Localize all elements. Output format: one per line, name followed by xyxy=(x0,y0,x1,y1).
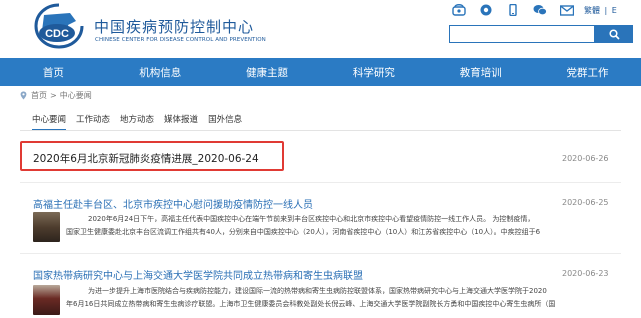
site-subtitle-en: CHINESE CENTER FOR DISEASE CONTROL AND P… xyxy=(95,37,266,43)
site-header: CDC 中国疾病预防控制中心 CHINESE CENTER FOR DISEAS… xyxy=(0,0,641,58)
nav-item-research[interactable]: 科学研究 xyxy=(320,58,427,86)
news-item-thumbnail[interactable] xyxy=(33,285,60,315)
search-button[interactable] xyxy=(595,25,633,43)
news-item-summary-line: 为进一步提升上海市医院结合与疾病防控能力，建设国际一流的热带病和寄生虫病防控联盟… xyxy=(88,287,547,295)
lang-separator: | xyxy=(604,6,608,15)
news-item-summary-line: 国家卫生健康委赴北京丰台区流调工作组共有40人，分别来自中国疾控中心（20人），… xyxy=(66,228,541,236)
tab-media-reports[interactable]: 媒体报道 xyxy=(164,113,198,131)
nav-item-party-work[interactable]: 党群工作 xyxy=(534,58,641,86)
breadcrumb-separator: > xyxy=(50,91,57,100)
nav-item-org-info[interactable]: 机构信息 xyxy=(107,58,214,86)
search-icon xyxy=(608,28,620,40)
phone-icon[interactable] xyxy=(452,4,466,16)
breadcrumb-home-link[interactable]: 首页 xyxy=(31,90,47,101)
cdc-logo-icon[interactable]: CDC xyxy=(30,3,88,49)
news-item-title[interactable]: 国家热带病研究中心与上海交通大学医学院共同成立热带病和寄生虫病联盟 xyxy=(33,267,363,282)
list-divider xyxy=(20,182,621,183)
category-tabs: 中心要闻 工作动态 地方动态 媒体报道 国外信息 xyxy=(32,113,252,131)
news-item-summary-line: 年6月16日共同成立热带病和寄生虫病诊疗联盟。上海市卫生健康委员会科教处副处长倪… xyxy=(66,300,556,308)
wechat-icon[interactable] xyxy=(533,4,547,16)
tab-local-updates[interactable]: 地方动态 xyxy=(120,113,154,131)
nav-item-home[interactable]: 首页 xyxy=(0,58,107,86)
lang-traditional-link[interactable]: 繁體 xyxy=(584,6,600,15)
nav-item-health-topics[interactable]: 健康主题 xyxy=(214,58,321,86)
svg-text:CDC: CDC xyxy=(45,28,69,40)
nav-item-education[interactable]: 教育培训 xyxy=(427,58,534,86)
tab-foreign-info[interactable]: 国外信息 xyxy=(208,113,242,131)
mobile-icon[interactable] xyxy=(506,4,520,16)
tab-center-news[interactable]: 中心要闻 xyxy=(32,113,67,131)
breadcrumb-current[interactable]: 中心要闻 xyxy=(60,90,92,101)
main-nav: 首页 机构信息 健康主题 科学研究 教育培训 党群工作 xyxy=(0,58,641,86)
list-divider xyxy=(20,253,621,254)
highlight-news-title[interactable]: 2020年6月北京新冠肺炎疫情进展_2020-06-24 xyxy=(33,151,259,166)
news-item-title[interactable]: 高福主任赴丰台区、北京市疾控中心慰问援助疫情防控一线人员 xyxy=(33,196,313,211)
chat-bubble-icon[interactable] xyxy=(479,4,493,16)
header-icon-bar xyxy=(452,2,587,18)
mail-icon[interactable] xyxy=(560,4,574,16)
language-switcher: 繁體 | E xyxy=(583,5,618,16)
news-item-summary: 2020年6月24日下午，高福主任代表中国疾控中心在端午节前来到丰台区疾控中心和… xyxy=(66,213,618,239)
search-input[interactable] xyxy=(449,25,595,43)
news-item-date: 2020-06-23 xyxy=(562,269,609,278)
news-item-summary: 为进一步提升上海市医院结合与疾病防控能力，建设国际一流的热带病和寄生虫病防控联盟… xyxy=(66,285,618,311)
news-item-thumbnail[interactable] xyxy=(33,212,60,242)
highlight-news-date: 2020-06-26 xyxy=(562,154,609,163)
site-title[interactable]: 中国疾病预防控制中心 xyxy=(94,16,254,37)
location-pin-icon xyxy=(20,91,27,100)
breadcrumb: 首页 > 中心要闻 xyxy=(20,90,92,101)
lang-english-link[interactable]: E xyxy=(612,6,617,15)
news-item-summary-line: 2020年6月24日下午，高福主任代表中国疾控中心在端午节前来到丰台区疾控中心和… xyxy=(88,215,535,223)
news-item-date: 2020-06-25 xyxy=(562,198,609,207)
tab-work-updates[interactable]: 工作动态 xyxy=(76,113,110,131)
tabs-divider xyxy=(20,130,621,131)
